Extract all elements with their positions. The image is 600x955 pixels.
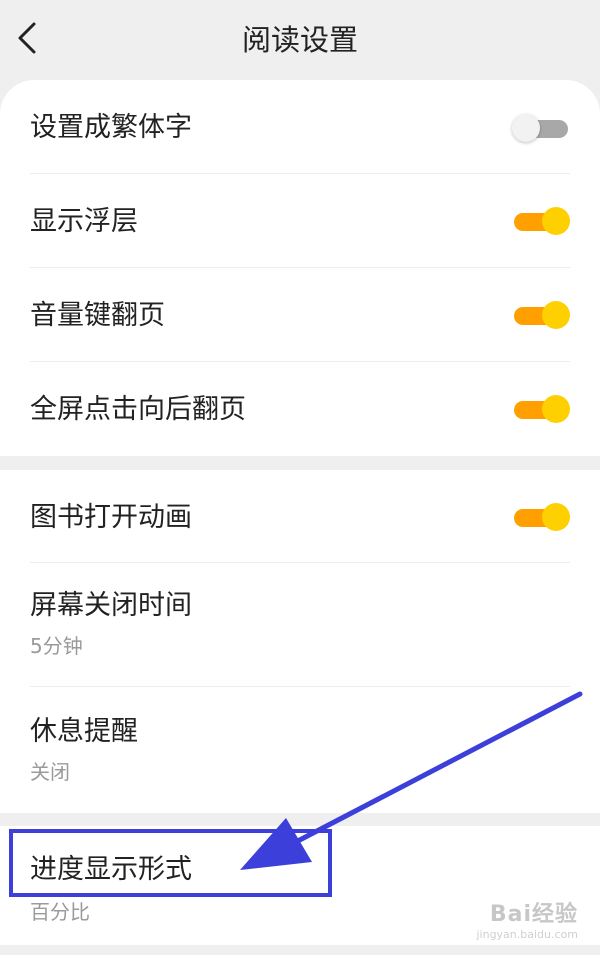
highlight-box [9, 829, 332, 897]
setting-label: 设置成繁体字 [30, 112, 192, 143]
toggle-knob [542, 503, 570, 531]
setting-row-open-animation[interactable]: 图书打开动画 [30, 498, 570, 538]
setting-row-volume-keys[interactable]: 音量键翻页 [30, 296, 570, 336]
setting-label: 全屏点击向后翻页 [30, 394, 246, 425]
settings-group-2: 图书打开动画 屏幕关闭时间 5分钟 休息提醒 关闭 [0, 470, 600, 813]
open-animation-toggle[interactable] [512, 503, 570, 531]
watermark: Bai经验 jingyan.baidu.com [476, 896, 578, 941]
volume-keys-toggle[interactable] [512, 301, 570, 329]
watermark-logo: Bai经验 [489, 902, 578, 927]
toggle-knob [512, 114, 540, 142]
overlay-toggle[interactable] [512, 207, 570, 235]
setting-row-screen-timeout[interactable]: 屏幕关闭时间 5分钟 [30, 588, 570, 664]
page-title: 阅读设置 [241, 23, 358, 57]
setting-label: 屏幕关闭时间 [30, 590, 192, 621]
settings-group-1: 设置成繁体字 显示浮层 音量键翻页 全屏点击向后翻页 [0, 80, 600, 456]
setting-value: 百分比 [30, 900, 90, 924]
toggle-knob [542, 395, 570, 423]
divider [30, 267, 570, 268]
setting-row-overlay[interactable]: 显示浮层 [30, 202, 570, 242]
divider [30, 173, 570, 174]
setting-row-fullscreen-tap[interactable]: 全屏点击向后翻页 [30, 390, 570, 430]
setting-label: 显示浮层 [30, 206, 138, 237]
setting-row-traditional[interactable]: 设置成繁体字 [30, 108, 570, 148]
header: 阅读设置 [0, 0, 600, 80]
toggle-knob [542, 301, 570, 329]
fullscreen-tap-toggle[interactable] [512, 395, 570, 423]
toggle-knob [542, 207, 570, 235]
divider [30, 361, 570, 362]
divider [30, 562, 570, 563]
watermark-url: jingyan.baidu.com [476, 928, 578, 941]
setting-label: 音量键翻页 [30, 300, 165, 331]
setting-row-rest-reminder[interactable]: 休息提醒 关闭 [30, 714, 570, 790]
divider [30, 686, 570, 687]
traditional-toggle[interactable] [512, 114, 570, 142]
setting-value: 关闭 [30, 760, 70, 784]
setting-label: 图书打开动画 [30, 502, 192, 533]
setting-label: 休息提醒 [30, 716, 138, 747]
setting-value: 5分钟 [30, 634, 83, 658]
